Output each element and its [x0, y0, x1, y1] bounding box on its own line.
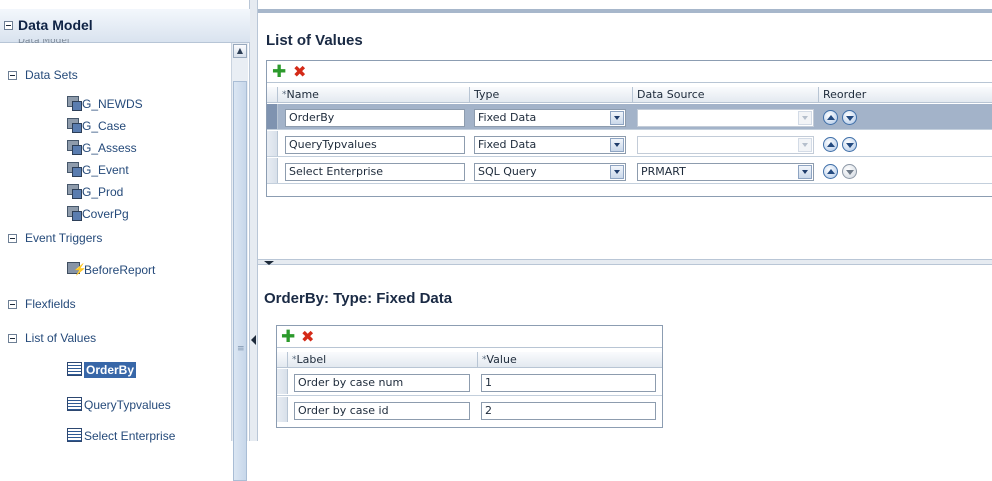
- chevron-down-icon[interactable]: [798, 165, 812, 179]
- tree-group-list-of-values[interactable]: List of Values: [8, 331, 96, 345]
- delete-icon[interactable]: ✖: [293, 64, 306, 80]
- row-header[interactable]: [277, 397, 288, 422]
- data-set-icon: [67, 206, 82, 221]
- table-row[interactable]: QueryTypvalues Fixed Data: [267, 131, 992, 157]
- label-input[interactable]: Order by case id: [294, 402, 470, 420]
- data-set-icon: [67, 140, 82, 155]
- navigator-scrollbar[interactable]: ▲: [231, 43, 248, 481]
- value-input[interactable]: 2: [481, 402, 656, 420]
- row-header[interactable]: [277, 369, 288, 394]
- column-header-reorder[interactable]: Reorder: [819, 87, 992, 103]
- lov-data-source-select: [637, 136, 814, 154]
- lov-type-select[interactable]: Fixed Data: [474, 136, 626, 154]
- horizontal-splitter[interactable]: [258, 259, 992, 265]
- tree-group-flexfields[interactable]: Flexfields: [8, 297, 76, 311]
- collapse-toggle-icon[interactable]: [8, 71, 17, 80]
- tree-item-data-set[interactable]: CoverPg: [67, 206, 129, 221]
- lov-name-input[interactable]: OrderBy: [285, 109, 465, 127]
- add-icon[interactable]: ✚: [272, 64, 286, 81]
- lov-name-input[interactable]: QueryTypvalues: [285, 136, 465, 154]
- lov-name-input[interactable]: Select Enterprise: [285, 163, 465, 181]
- collapse-navigator-toggle[interactable]: [4, 21, 13, 30]
- move-down-icon[interactable]: [842, 110, 857, 125]
- tree-group-event-triggers[interactable]: Event Triggers: [8, 231, 102, 245]
- label-input[interactable]: Order by case num: [294, 374, 470, 392]
- chevron-down-icon: [798, 111, 812, 125]
- row-header[interactable]: [267, 131, 278, 156]
- collapse-toggle-icon[interactable]: [8, 234, 17, 243]
- data-set-icon: [67, 184, 82, 199]
- column-header-label[interactable]: *Label: [288, 352, 478, 368]
- data-set-icon: [67, 118, 82, 133]
- column-header-value[interactable]: *Value: [478, 352, 662, 368]
- row-header-column: [277, 352, 288, 368]
- row-header[interactable]: [267, 104, 278, 129]
- chevron-down-icon[interactable]: [610, 111, 624, 125]
- fixed-data-table-panel: ✚ ✖ *Label *Value Order by case num 1 Or…: [276, 325, 663, 428]
- chevron-down-icon: [798, 138, 812, 152]
- tree-item-data-set[interactable]: G_Event: [67, 162, 129, 177]
- tree-item-data-set[interactable]: G_Case: [67, 118, 126, 133]
- move-up-icon[interactable]: [823, 110, 838, 125]
- lov-type-select[interactable]: Fixed Data: [474, 109, 626, 127]
- column-header-type[interactable]: Type: [470, 87, 633, 103]
- column-header-name[interactable]: *Name: [278, 87, 470, 103]
- add-icon[interactable]: ✚: [281, 329, 295, 346]
- tree-item-event-trigger[interactable]: BeforeReport: [67, 262, 155, 277]
- move-down-icon: [842, 164, 857, 179]
- data-set-icon: [67, 96, 82, 111]
- collapse-toggle-icon[interactable]: [8, 334, 17, 343]
- scroll-up-icon[interactable]: ▲: [233, 44, 247, 58]
- top-divider: [258, 9, 992, 13]
- lov-section-title: List of Values: [266, 32, 363, 49]
- lov-toolbar: ✚ ✖: [267, 61, 992, 83]
- lov-table-panel: ✚ ✖ *Name Type Data Source Reorder Order…: [266, 60, 992, 197]
- tree-item-lov-selected[interactable]: OrderBy: [67, 362, 137, 378]
- detail-section-title: OrderBy: Type: Fixed Data: [264, 290, 453, 307]
- navigator-root-node[interactable]: Data Model: [18, 39, 69, 43]
- move-down-icon[interactable]: [842, 137, 857, 152]
- column-header-data-source[interactable]: Data Source: [633, 87, 819, 103]
- row-header-column: [267, 87, 278, 103]
- table-row[interactable]: Select Enterprise SQL Query PRMART: [267, 158, 992, 184]
- collapse-left-icon[interactable]: [251, 335, 256, 345]
- navigator-header: Data Model Data Model: [0, 9, 250, 43]
- delete-icon[interactable]: ✖: [301, 329, 314, 345]
- tree-item-data-set[interactable]: G_NEWDS: [67, 96, 143, 111]
- list-of-values-icon: [67, 362, 82, 376]
- lov-type-select[interactable]: SQL Query: [474, 163, 626, 181]
- move-up-icon[interactable]: [823, 137, 838, 152]
- table-row[interactable]: Order by case num 1: [277, 369, 662, 396]
- move-up-icon[interactable]: [823, 164, 838, 179]
- scrollbar-thumb[interactable]: [233, 81, 247, 481]
- table-row[interactable]: Order by case id 2: [277, 397, 662, 424]
- tree-group-data-sets[interactable]: Data Sets: [8, 68, 78, 82]
- chevron-down-icon[interactable]: [610, 165, 624, 179]
- value-input[interactable]: 1: [481, 374, 656, 392]
- navigator-title: Data Model: [18, 17, 93, 33]
- collapse-toggle-icon[interactable]: [8, 300, 17, 309]
- collapse-down-icon[interactable]: [264, 261, 274, 265]
- lov-data-source-select: [637, 109, 814, 127]
- tree-item-data-set[interactable]: G_Prod: [67, 184, 123, 199]
- lov-data-source-select[interactable]: PRMART: [637, 163, 814, 181]
- tree-item-data-set[interactable]: G_Assess: [67, 140, 137, 155]
- row-header[interactable]: [267, 158, 278, 183]
- fixed-data-toolbar: ✚ ✖: [277, 326, 662, 348]
- list-of-values-icon: [67, 428, 82, 442]
- vertical-splitter[interactable]: [250, 0, 258, 441]
- tree-item-lov[interactable]: QueryTypvalues: [67, 397, 171, 412]
- data-set-icon: [67, 162, 82, 177]
- table-row[interactable]: OrderBy Fixed Data: [267, 104, 992, 130]
- list-of-values-icon: [67, 397, 82, 411]
- event-trigger-icon: [67, 262, 87, 276]
- chevron-down-icon[interactable]: [610, 138, 624, 152]
- data-model-navigator: Data Model Data Model Data Sets G_NEWDS …: [0, 0, 250, 481]
